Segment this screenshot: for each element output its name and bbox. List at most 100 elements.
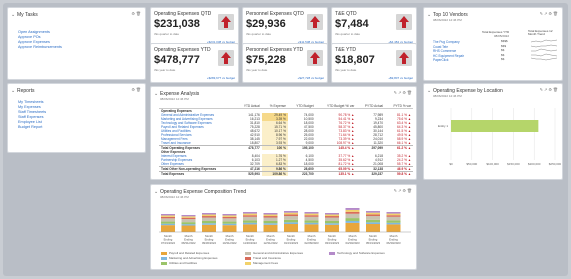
my-tasks-panel: ⌄ My Tasks ⚙🗑 Open Assignments Approve P… xyxy=(7,7,146,80)
row-label: Total Expenses xyxy=(159,171,236,176)
stacked-bar-segment xyxy=(345,220,360,223)
stacked-bar-segment xyxy=(345,209,360,212)
period-label-date: 02/28/2023 xyxy=(305,241,319,245)
panel-toolbar-icons[interactable]: ✎↗⚙🗑 xyxy=(394,188,413,193)
stacked-bar-segment xyxy=(243,213,257,216)
x-tick-label: $50,000 xyxy=(466,162,477,166)
kpi-personnel-ytd[interactable]: Personnel Expenses YTD $75,228 this year… xyxy=(242,43,328,83)
stacked-bar-segment xyxy=(325,216,339,218)
legend-item[interactable]: Travel and Insurance xyxy=(245,256,281,260)
stacked-bar-segment xyxy=(181,219,196,223)
kpi-value: $231,038 xyxy=(154,18,200,30)
kpi-subtitle: this quarter to date xyxy=(246,32,272,36)
panel-toolbar-icons[interactable]: ⚙🗑 xyxy=(131,11,142,16)
collapse-chevron-icon[interactable]: ⌄ xyxy=(11,88,15,94)
cell: 109.86 % xyxy=(261,171,288,176)
kpi-value: $478,777 xyxy=(154,54,200,66)
stacked-bar-segment xyxy=(263,217,278,221)
panel-timestamp: 08/06/2022 12:46 PM xyxy=(160,97,189,101)
vendor-row[interactable]: PaperClick $$ xyxy=(433,57,561,62)
link-approve-reimbursements[interactable]: Approve Reimbursements xyxy=(18,45,62,50)
stacked-bar-segment xyxy=(181,224,196,226)
kpi-subtitle: this year to date xyxy=(335,68,357,72)
x-tick-label: $200,000 xyxy=(528,162,541,166)
kpi-variance: +$283,677 vs budget xyxy=(206,76,235,80)
stacked-bar-segment xyxy=(243,212,257,214)
panel-toolbar-icons[interactable]: ✎↗⚙🗑 xyxy=(394,90,413,95)
cell: 525,993 xyxy=(235,171,262,176)
kpi-label: T&E QTD xyxy=(335,11,357,17)
vendors-list: The Pug Company $$$$ Coast Tele $$$ RHS Co… xyxy=(433,39,561,62)
period-label-date: 04/30/2023 xyxy=(346,241,360,245)
collapse-chevron-icon[interactable]: ⌄ xyxy=(11,12,15,18)
kpi-opex-ytd[interactable]: Operating Expenses YTD $478,777 this yea… xyxy=(150,43,239,83)
collapse-chevron-icon[interactable]: ⌄ xyxy=(427,12,431,18)
kpi-te-ytd[interactable]: T&E YTD $18,807 this year to date +$9,80… xyxy=(331,43,417,83)
legend-item[interactable]: Utilities and Facilities xyxy=(161,261,197,265)
legend-label: Utilities and Facilities xyxy=(169,261,198,265)
stacked-bar-segment xyxy=(366,211,380,213)
stacked-bar-segment xyxy=(325,220,339,224)
stacked-bar-segment xyxy=(202,213,216,215)
x-tick-label: $150,000 xyxy=(507,162,520,166)
vendor-ytd-value: $$$$ xyxy=(501,39,508,43)
stacked-bar-segment xyxy=(222,214,237,216)
kpi-label: Personnel Expenses YTD xyxy=(246,47,304,53)
x-tick-label: $100,000 xyxy=(486,162,499,166)
expense-table: YTD Actual% Expense YTD Budget YTD Budget … xyxy=(159,104,413,176)
stacked-bar-segment xyxy=(284,212,298,215)
stacked-bar-segment xyxy=(222,218,237,222)
vendors-col-ytd-date: 08/05/2022 xyxy=(494,34,510,38)
stacked-bar-segment xyxy=(181,215,196,217)
collapse-chevron-icon[interactable]: ⌄ xyxy=(154,189,158,195)
stacked-bar-segment xyxy=(181,217,196,220)
stacked-bar-segment xyxy=(366,212,380,215)
legend-swatch xyxy=(161,256,167,260)
stacked-bar-segment xyxy=(161,225,175,232)
period-label-date: 03/31/2023 xyxy=(325,241,339,245)
red-up-arrow-icon xyxy=(396,14,412,30)
legend-item[interactable]: General and Administrative Expenses xyxy=(245,251,303,255)
kpi-opex-qtd[interactable]: Operating Expenses QTD $231,038 this qua… xyxy=(150,7,239,47)
panel-toolbar-icons[interactable]: ✎↗⚙🗑 xyxy=(540,87,559,92)
stacked-bar-segment xyxy=(161,216,175,219)
stacked-bar-segment xyxy=(243,220,257,223)
collapse-chevron-icon[interactable]: ⌄ xyxy=(427,88,431,94)
stacked-bar-segment xyxy=(284,214,298,217)
panel-title: Reports xyxy=(17,88,35,94)
stacked-bar-segment xyxy=(202,217,216,221)
kpi-te-qtd[interactable]: T&E QTD $7,484 this quarter to date +$4,… xyxy=(331,7,417,47)
period-label-date: 08/31/2022 xyxy=(182,241,196,245)
category-label: Entity 1 xyxy=(438,124,448,128)
x-tick-label: $0 xyxy=(449,162,453,166)
legend-item[interactable]: Technology and Software Expenses xyxy=(329,251,385,255)
stacked-bar-segment xyxy=(161,221,175,224)
kpi-variance: +$9,807 vs budget xyxy=(388,76,413,80)
panel-toolbar-icons[interactable]: ✎↗⚙🗑 xyxy=(540,11,559,16)
stacked-bar-segment xyxy=(366,216,380,220)
red-up-arrow-icon xyxy=(218,50,234,66)
legend-item[interactable]: Marketing and Advertising Expenses xyxy=(161,256,218,260)
panel-toolbar-icons[interactable]: ⚙🗑 xyxy=(131,87,142,92)
kpi-value: $75,228 xyxy=(246,54,286,66)
stacked-bar-segment xyxy=(243,216,257,221)
kpi-personnel-qtd[interactable]: Personnel Expenses QTD $29,936 this quar… xyxy=(242,7,328,47)
link-budget-report[interactable]: Budget Report xyxy=(18,125,46,130)
legend-item[interactable]: Payroll and Related Expenses xyxy=(161,251,209,255)
legend-swatch xyxy=(161,261,167,265)
my-tasks-links: Open Assignments Approve POs Approve Exp… xyxy=(18,30,62,50)
stacked-bar-segment xyxy=(304,222,319,225)
cell: 135.1 % ▲ xyxy=(315,171,357,176)
collapse-chevron-icon[interactable]: ⌄ xyxy=(154,91,158,97)
kpi-variance: +$27,728 vs budget xyxy=(297,76,324,80)
table-row[interactable]: Total Expenses 525,993 109.86 % 223,700 135.… xyxy=(159,171,413,176)
period-label-date: 05/31/2023 xyxy=(366,241,380,245)
stacked-bar-segment xyxy=(161,223,175,226)
legend-item[interactable]: Management Fees xyxy=(245,261,278,265)
kpi-label: T&E YTD xyxy=(335,47,357,53)
vendor-ytd-value: $$$ xyxy=(501,43,507,48)
sparkline xyxy=(531,39,557,43)
vendor-ytd-value: $$ xyxy=(501,52,505,57)
period-label-date: 09/30/2022 xyxy=(202,241,216,245)
legend-swatch xyxy=(245,251,251,255)
